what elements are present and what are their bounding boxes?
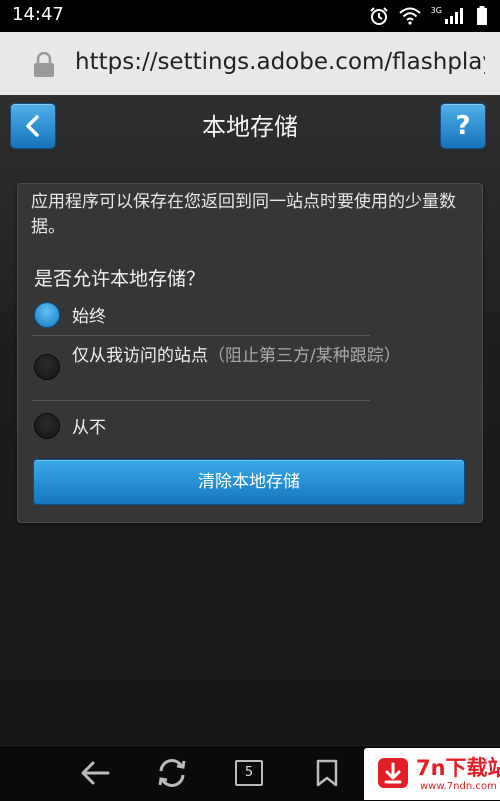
watermark-url: www.7ndn.com [420, 781, 497, 792]
description-text: 应用程序可以保存在您返回到同一站点时要使用的少量数据。 [31, 192, 456, 237]
option-always-label: 始终 [72, 307, 106, 327]
status-time: 14:47 [12, 4, 64, 25]
download-icon [378, 758, 408, 788]
status-icons: 3G [369, 6, 488, 26]
option-never-label: 从不 [72, 418, 106, 438]
page-title: 本地存储 [202, 113, 298, 141]
divider [32, 400, 370, 401]
app-header: 本地存储 ? [0, 95, 500, 155]
battery-icon [477, 6, 487, 25]
option-visited-sites-label: 仅从我访问的站点（阻止第三方/某种跟踪） [72, 341, 401, 366]
settings-page: 本地存储 ? 应用程序可以保存在您返回到同一站点时要使用的少量数据。 是否允许本… [0, 95, 500, 745]
refresh-button[interactable] [155, 756, 189, 790]
bookmark-icon [316, 759, 338, 787]
tabs-button[interactable]: 5 [232, 756, 266, 790]
option-visited-sites-text: 仅从我访问的站点 [72, 346, 208, 366]
radio-selected-icon[interactable] [34, 302, 60, 328]
tab-count: 5 [235, 760, 263, 786]
radio-unselected-icon[interactable] [34, 413, 60, 439]
alarm-icon [369, 7, 388, 25]
network-type-label: 3G [430, 6, 442, 15]
help-button[interactable]: ? [440, 103, 486, 149]
watermark-logo: 7n下载站 www.7ndn.com [364, 748, 500, 800]
question-label: 是否允许本地存储？ [34, 268, 206, 290]
arrow-left-icon [81, 761, 110, 785]
bookmark-button[interactable] [310, 756, 344, 790]
watermark-title: 7n下载站 [416, 756, 500, 780]
clear-local-storage-button[interactable]: 清除本地存储 [33, 459, 465, 505]
status-bar: 14:47 3G [0, 0, 500, 32]
url-text[interactable]: https://settings.adobe.com/flashplaye.. [75, 49, 485, 75]
divider [32, 335, 370, 336]
refresh-icon [158, 759, 186, 787]
url-bar[interactable]: https://settings.adobe.com/flashplaye.. [0, 32, 500, 96]
option-visited-sites-note: （阻止第三方/某种跟踪） [208, 346, 401, 366]
lock-icon [34, 52, 54, 77]
signal-icon [445, 8, 463, 24]
local-storage-panel: 应用程序可以保存在您返回到同一站点时要使用的少量数据。 是否允许本地存储？ 始终… [17, 183, 483, 523]
wifi-icon [399, 7, 421, 25]
browser-bottom-nav: 5 7n下载站 www.7ndn.com [0, 745, 500, 801]
back-nav-button[interactable] [78, 756, 112, 790]
radio-unselected-icon[interactable] [34, 354, 60, 380]
